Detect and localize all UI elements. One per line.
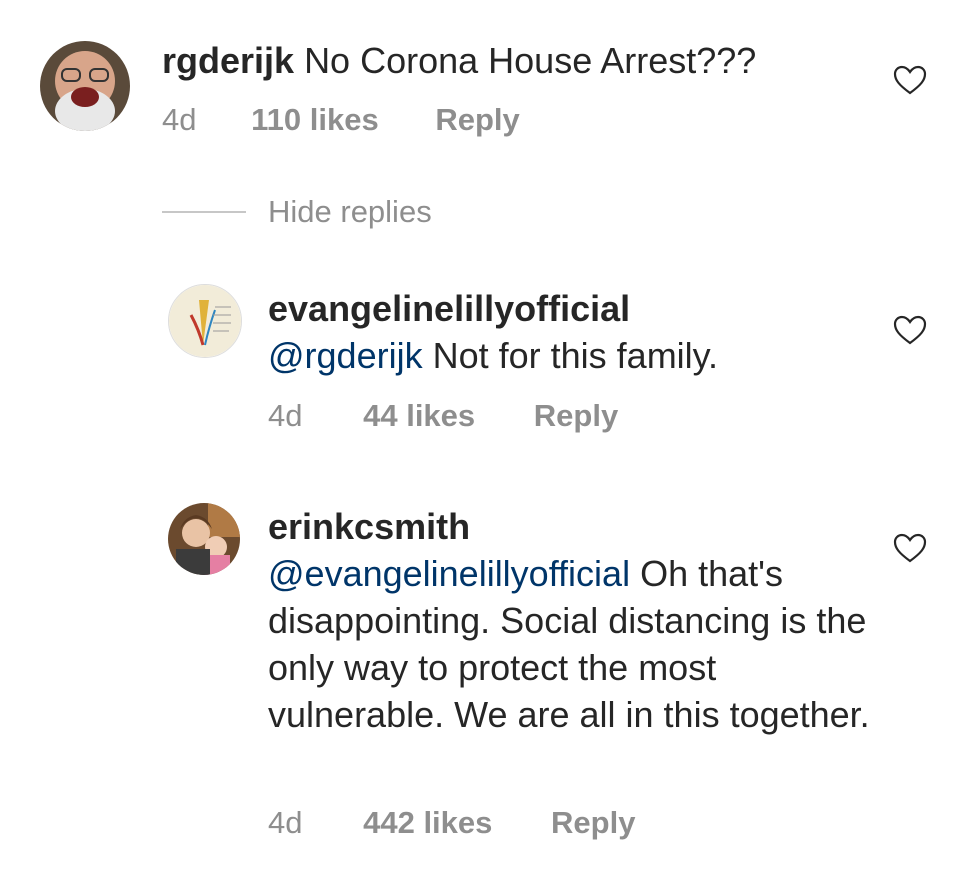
likes-count[interactable]: 44 likes: [363, 398, 475, 434]
avatar[interactable]: [168, 284, 242, 358]
hide-replies-label[interactable]: Hide replies: [268, 194, 432, 230]
likes-count[interactable]: 442 likes: [363, 805, 492, 841]
username[interactable]: erinkcsmith: [268, 503, 878, 550]
timestamp: 4d: [268, 398, 303, 433]
comment-text: erinkcsmith @evangelinelillyofficial Oh …: [268, 503, 878, 738]
heart-outline-icon[interactable]: [893, 533, 927, 563]
comment-body-line: @rgderijk Not for this family.: [268, 332, 868, 379]
timestamp: 4d: [268, 805, 303, 840]
heart-outline-icon[interactable]: [893, 65, 927, 95]
reply-button[interactable]: Reply: [534, 398, 618, 434]
comment-text: evangelinelillyofficial @rgderijk Not fo…: [268, 285, 868, 379]
reply-button[interactable]: Reply: [435, 102, 519, 138]
comment-body-block: @evangelinelillyofficial Oh that's disap…: [268, 550, 878, 738]
mention-link[interactable]: @rgderijk: [268, 335, 423, 376]
reply-button[interactable]: Reply: [551, 805, 635, 841]
divider-line: [162, 211, 246, 213]
username[interactable]: evangelinelillyofficial: [268, 285, 868, 332]
comment-meta: 4d 44 likes Reply: [268, 398, 618, 434]
comment-meta: 4d 442 likes Reply: [268, 805, 635, 841]
comment-meta: 4d 110 likes Reply: [162, 102, 520, 138]
hide-replies-button[interactable]: Hide replies: [162, 192, 432, 232]
heart-outline-icon[interactable]: [893, 315, 927, 345]
comment-body: Not for this family.: [432, 335, 719, 376]
comment-body: No Corona House Arrest???: [304, 40, 757, 81]
avatar[interactable]: [40, 41, 130, 131]
timestamp: 4d: [162, 102, 197, 137]
likes-count[interactable]: 110 likes: [251, 102, 379, 138]
username[interactable]: rgderijk: [162, 40, 294, 81]
mention-link[interactable]: @evangelinelillyofficial: [268, 553, 630, 594]
comment-text: rgderijk No Corona House Arrest???: [162, 37, 862, 84]
avatar[interactable]: [168, 503, 240, 575]
